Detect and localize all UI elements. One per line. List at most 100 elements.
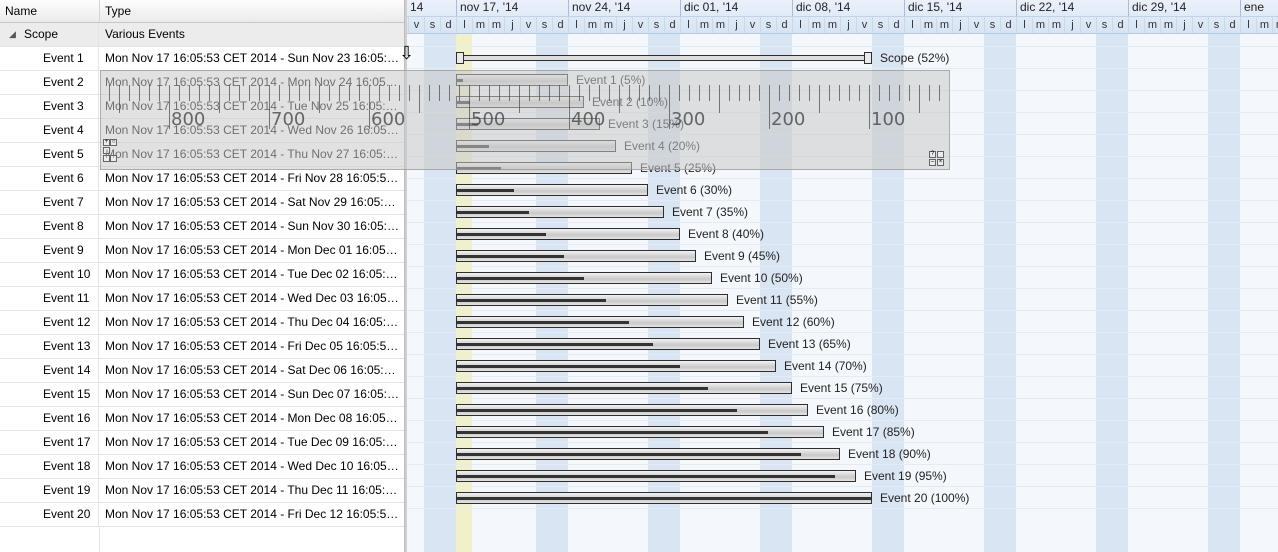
summary-type: Various Events (105, 27, 185, 41)
grid-header: Name Type (0, 0, 405, 23)
row-name: Event 4 (0, 119, 99, 142)
table-row[interactable]: Event 15 Mon Nov 17 16:05:53 CET 2014 - S… (0, 383, 405, 407)
row-name: Event 12 (0, 311, 99, 334)
task-bar[interactable] (456, 338, 760, 350)
task-bar[interactable] (456, 382, 792, 394)
row-type: Mon Nov 17 16:05:53 CET 2014 - Sun Nov 3… (105, 219, 400, 233)
screen-ruler[interactable]: 800 700 600 500 400 300 200 100 + ○ ? – × (100, 70, 950, 170)
ruler-grid-icon[interactable]: + ○ (103, 139, 117, 165)
down-arrow-drag-icon: ⇩ (399, 43, 415, 63)
table-row[interactable]: Event 12 Mon Nov 17 16:05:53 CET 2014 - T… (0, 311, 405, 335)
task-bar[interactable] (456, 294, 728, 306)
row-gridline (407, 486, 1278, 487)
ruler-tick (229, 85, 230, 101)
task-progress (457, 497, 871, 500)
ruler-close-icon[interactable]: ? – × (929, 151, 947, 167)
task-bar[interactable] (456, 272, 712, 284)
ruler-tick (399, 85, 400, 101)
summary-row[interactable]: ◢ Scope Various Events (0, 23, 405, 47)
task-bar-label: Event 8 (40%) (688, 227, 765, 241)
ruler-tick (609, 85, 610, 101)
table-row[interactable]: Event 1 Mon Nov 17 16:05:53 CET 2014 - Su… (0, 47, 405, 71)
scope-end-cap[interactable] (864, 52, 872, 64)
ruler-tick (559, 85, 560, 101)
row-type: Mon Nov 17 16:05:53 CET 2014 - Tue Dec 0… (105, 267, 400, 281)
task-bar[interactable] (456, 492, 872, 504)
ruler-tick (939, 85, 940, 101)
task-bar[interactable] (456, 426, 824, 438)
row-name: Event 15 (0, 383, 99, 406)
ruler-label: 300 (671, 109, 706, 130)
ruler-tick (439, 85, 440, 101)
day-label: d (1000, 17, 1016, 33)
ruler-tick (489, 85, 490, 101)
task-bar[interactable] (456, 448, 840, 460)
task-bar[interactable] (456, 316, 744, 328)
table-row[interactable]: Event 6 Mon Nov 17 16:05:53 CET 2014 - Fr… (0, 167, 405, 191)
ruler-tick (259, 85, 260, 101)
ruler-tick (769, 85, 770, 129)
day-label: s (424, 17, 440, 33)
table-row[interactable]: Event 14 Mon Nov 17 16:05:53 CET 2014 - S… (0, 359, 405, 383)
ruler-tick (849, 85, 850, 101)
table-row[interactable]: Event 7 Mon Nov 17 16:05:53 CET 2014 - Sa… (0, 191, 405, 215)
table-row[interactable]: Event 18 Mon Nov 17 16:05:53 CET 2014 - W… (0, 455, 405, 479)
ruler-tick (829, 85, 830, 101)
scope-bar-label: Scope (52%) (880, 51, 950, 65)
task-bar[interactable] (456, 360, 776, 372)
row-type: Mon Nov 17 16:05:53 CET 2014 - Thu Dec 1… (105, 483, 400, 497)
task-progress (457, 453, 801, 456)
row-name: Event 17 (0, 431, 99, 454)
table-row[interactable]: Event 16 Mon Nov 17 16:05:53 CET 2014 - M… (0, 407, 405, 431)
ruler-tick (879, 85, 880, 101)
row-type: Mon Nov 17 16:05:53 CET 2014 - Sat Dec 0… (105, 363, 400, 377)
column-header-name[interactable]: Name (0, 0, 100, 22)
task-bar[interactable] (456, 470, 856, 482)
table-row[interactable]: Event 19 Mon Nov 17 16:05:53 CET 2014 - T… (0, 479, 405, 503)
week-scale: 14 nov 17, '14 nov 24, '14 dic 01, '14 dic 0… (407, 0, 1278, 17)
scope-summary-bar[interactable] (458, 55, 870, 61)
task-bar-label: Event 16 (80%) (816, 403, 899, 417)
ruler-tick (649, 85, 650, 101)
day-label: j (1176, 17, 1192, 33)
task-progress (457, 343, 654, 346)
table-row[interactable]: Event 17 Mon Nov 17 16:05:53 CET 2014 - T… (0, 431, 405, 455)
ruler-tick (949, 85, 950, 101)
task-progress (457, 387, 708, 390)
ruler-tick (929, 85, 930, 101)
day-label: m (600, 17, 616, 33)
row-gridline (407, 222, 1278, 223)
day-label: m (808, 17, 824, 33)
ruler-tick (199, 85, 200, 101)
ruler-label: 500 (471, 109, 506, 130)
task-bar[interactable] (456, 228, 680, 240)
table-row[interactable]: Event 10 Mon Nov 17 16:05:53 CET 2014 - T… (0, 263, 405, 287)
ruler-tick (349, 85, 350, 101)
ruler-tick (719, 85, 720, 113)
ruler-tick (329, 85, 330, 101)
table-row[interactable]: Event 8 Mon Nov 17 16:05:53 CET 2014 - Su… (0, 215, 405, 239)
task-bar[interactable] (456, 184, 648, 196)
row-type: Mon Nov 17 16:05:53 CET 2014 - Sun Dec 0… (105, 387, 400, 401)
row-name: Event 9 (0, 239, 99, 262)
table-row[interactable]: Event 9 Mon Nov 17 16:05:53 CET 2014 - Mo… (0, 239, 405, 263)
scope-start-cap[interactable] (456, 52, 464, 64)
week-label: ene (1240, 0, 1278, 16)
table-row[interactable]: Event 11 Mon Nov 17 16:05:53 CET 2014 - W… (0, 287, 405, 311)
task-bar[interactable] (456, 404, 808, 416)
column-header-type[interactable]: Type (100, 0, 405, 22)
ruler-label: 700 (271, 109, 306, 130)
task-bar-label: Event 17 (85%) (832, 425, 915, 439)
day-label: d (440, 17, 456, 33)
row-name: Event 8 (0, 215, 99, 238)
day-label: m (1160, 17, 1176, 33)
task-bar-label: Event 7 (35%) (672, 205, 749, 219)
ruler-tick (589, 85, 590, 101)
task-bar[interactable] (456, 206, 664, 218)
day-scale: jvsdlmmjvsdlmmjvsdlmmjvsdlmmjvsdlmmjvsdl… (407, 17, 1278, 33)
table-row[interactable]: Event 20 Mon Nov 17 16:05:53 CET 2014 - F… (0, 503, 405, 527)
table-row[interactable]: Event 13 Mon Nov 17 16:05:53 CET 2014 - F… (0, 335, 405, 359)
task-bar[interactable] (456, 250, 696, 262)
ruler-tick (459, 85, 460, 101)
ruler-tick (469, 85, 470, 129)
